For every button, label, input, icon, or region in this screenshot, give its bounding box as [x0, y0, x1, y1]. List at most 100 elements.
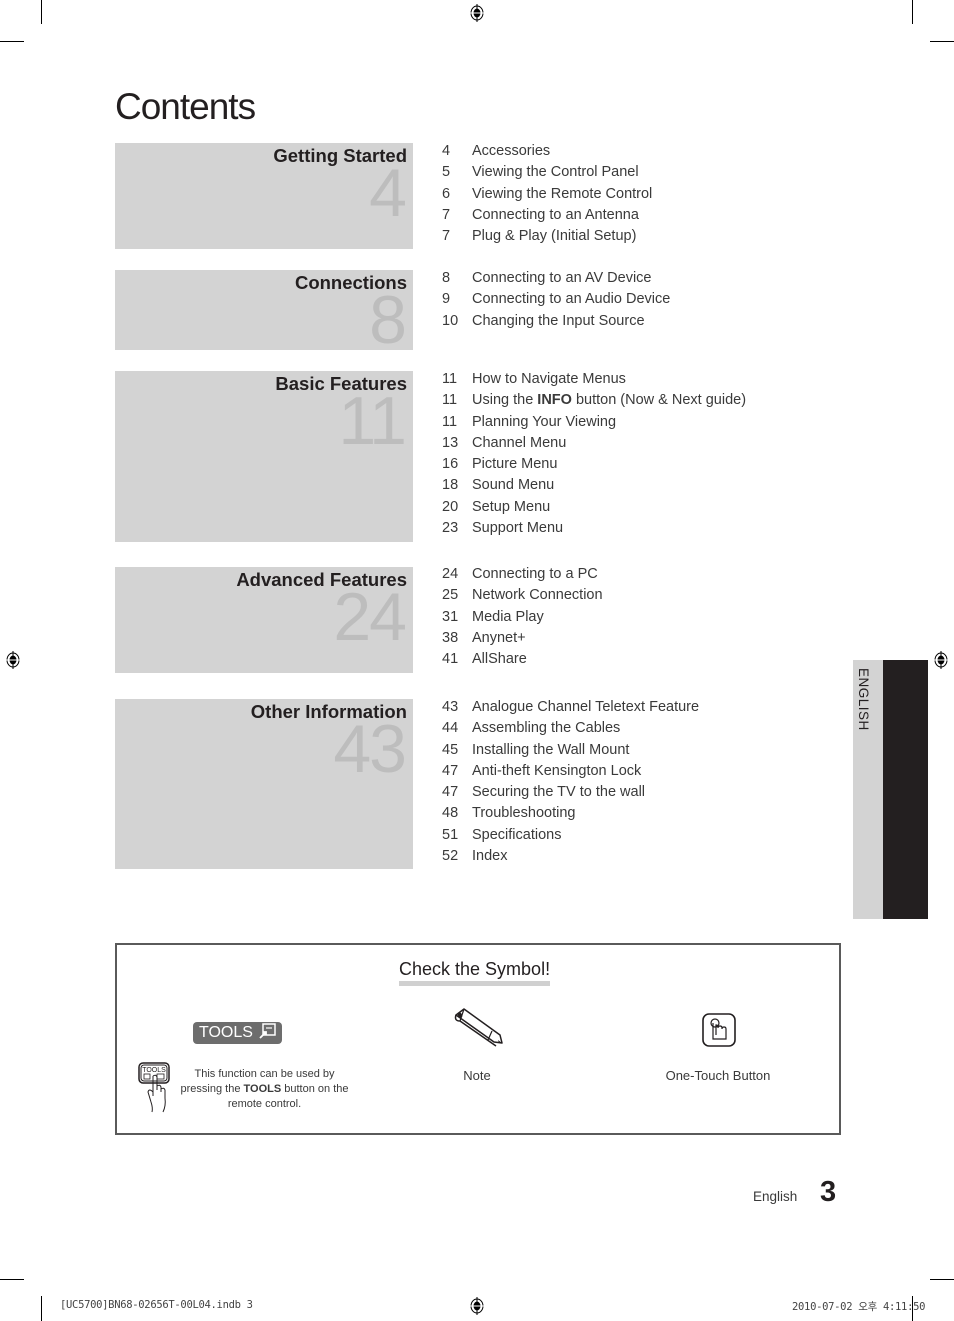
toc-item[interactable]: 45 Installing the Wall Mount: [442, 742, 699, 763]
toc-item[interactable]: 11 Planning Your Viewing: [442, 414, 746, 435]
toc-label: Viewing the Control Panel: [472, 164, 639, 181]
crop-mark: [930, 41, 954, 42]
toc-item[interactable]: 23 Support Menu: [442, 520, 746, 541]
toc-label: Network Connection: [472, 587, 603, 604]
toc-page: 18: [442, 477, 459, 494]
crop-mark: [912, 0, 913, 24]
section-start-page: 4: [369, 155, 407, 231]
toc-page: 43: [442, 699, 459, 715]
toc-label: Using the INFO button (Now & Next guide): [472, 392, 746, 413]
toc-label: Channel Menu: [472, 434, 567, 451]
tools-badge: TOOLS: [193, 1022, 282, 1044]
section-box-basic-features: Basic Features 11: [115, 371, 413, 542]
toc-page: 44: [442, 720, 459, 737]
toc-item[interactable]: 16 Picture Menu: [442, 456, 746, 477]
toc-item[interactable]: 48 Troubleshooting: [442, 805, 699, 826]
toc-label: Connecting to an AV Device: [472, 270, 652, 286]
toc-item[interactable]: 10 Changing the Input Source: [442, 313, 670, 334]
toc-page: 11: [442, 392, 458, 409]
toc-label: Changing the Input Source: [472, 312, 645, 329]
toc-label: Analogue Channel Teletext Feature: [472, 699, 700, 715]
toc-item[interactable]: 44 Assembling the Cables: [442, 720, 699, 741]
toc-item[interactable]: 47 Anti-theft Kensington Lock: [442, 763, 699, 784]
toc-label: Connecting to an Antenna: [472, 206, 639, 223]
toc-item[interactable]: 51 Specifications: [442, 827, 699, 848]
language-tab: ENGLISH: [853, 660, 883, 919]
one-touch-label: One-Touch Button: [665, 1068, 771, 1083]
print-slug-date: 2010-07-02 오후 4:11:50: [792, 1301, 926, 1313]
toc-page: 5: [442, 164, 451, 181]
toc-page: 24: [442, 566, 459, 582]
toc-item[interactable]: 7 Connecting to an Antenna: [442, 207, 652, 228]
section-start-page: 43: [333, 711, 407, 787]
toc-label: Sound Menu: [472, 477, 555, 494]
toc-label: Assembling the Cables: [472, 720, 621, 737]
toc-item[interactable]: 11 How to Navigate Menus: [442, 371, 746, 392]
pencil-icon: [454, 1008, 503, 1047]
toc-label: Support Menu: [472, 520, 564, 537]
toc-page: 7: [442, 228, 451, 245]
toc-label: Anynet+: [472, 629, 526, 646]
footer-language: English: [753, 1189, 798, 1204]
toc-label: Specifications: [472, 826, 562, 843]
page-title: Contents: [115, 86, 256, 127]
crop-mark: [0, 41, 24, 42]
toc-label: AllShare: [472, 651, 527, 668]
toc-item[interactable]: 13 Channel Menu: [442, 435, 746, 456]
section-start-page: 24: [333, 579, 407, 655]
toc-item[interactable]: 25 Network Connection: [442, 587, 603, 608]
toc-item[interactable]: 5 Viewing the Control Panel: [442, 164, 652, 185]
language-tab-bar: [883, 660, 928, 919]
toc-item[interactable]: 20 Setup Menu: [442, 499, 746, 520]
toc-item[interactable]: 18 Sound Menu: [442, 477, 746, 498]
toc-item[interactable]: 9 Connecting to an Audio Device: [442, 291, 670, 312]
tools-desc-bold: TOOLS: [243, 1083, 282, 1095]
toc-list-connections: 8 Connecting to an AV Device 9 Connecting …: [442, 270, 670, 334]
print-slug-file: [UC5700]BN68-02656T-00L04.indb 3: [60, 1299, 253, 1311]
toc-page: 41: [442, 651, 459, 668]
toc-label: Planning Your Viewing: [472, 413, 617, 430]
toc-item[interactable]: 31 Media Play: [442, 609, 603, 630]
toc-page: 52: [442, 848, 459, 865]
toc-item[interactable]: 11 Using the INFO button (Now & Next guid…: [442, 392, 746, 413]
toc-page: 7: [442, 206, 451, 223]
section-box-getting-started: Getting Started 4: [115, 143, 413, 249]
toc-item[interactable]: 24 Connecting to a PC: [442, 566, 603, 587]
toc-label: Media Play: [472, 608, 544, 625]
toc-page: 20: [442, 498, 459, 515]
toc-label: Plug & Play (Initial Setup): [472, 228, 637, 245]
toc-item[interactable]: 43 Analogue Channel Teletext Feature: [442, 699, 699, 720]
toc-label: Connecting to an Audio Device: [472, 291, 671, 308]
toc-list-basic-features: 11 How to Navigate Menus 11 Using the INFO…: [442, 371, 746, 541]
toc-label: Picture Menu: [472, 456, 558, 473]
section-box-connections: Connections 8: [115, 270, 413, 354]
toc-item[interactable]: 6 Viewing the Remote Control: [442, 186, 652, 207]
toc-item[interactable]: 8 Connecting to an AV Device: [442, 270, 670, 291]
toc-item[interactable]: 38 Anynet+: [442, 630, 603, 651]
check-symbol-box: Check the Symbol! TOOLS TOOLS This funct…: [115, 943, 841, 1135]
toc-page: 9: [442, 291, 451, 308]
section-box-other-information: Other Information 43: [115, 699, 413, 869]
toc-item[interactable]: 4 Accessories: [442, 143, 652, 164]
toc-item[interactable]: 41 AllShare: [442, 651, 603, 672]
registration-mark-icon: [5, 651, 21, 669]
svg-text:TOOLS: TOOLS: [142, 1067, 166, 1074]
section-box-advanced-features: Advanced Features 24: [115, 567, 413, 673]
check-symbol-title: Check the Symbol!: [399, 959, 551, 986]
toc-page: 47: [442, 784, 459, 801]
toc-page: 31: [442, 608, 459, 625]
tools-arrow-icon: [259, 1023, 277, 1039]
toc-item[interactable]: 47 Securing the TV to the wall: [442, 784, 699, 805]
tools-description: This function can be used by pressing th…: [177, 1067, 352, 1112]
toc-item[interactable]: 7 Plug & Play (Initial Setup): [442, 228, 652, 249]
crop-mark: [41, 1296, 42, 1321]
toc-page: 16: [442, 456, 459, 473]
toc-page: 47: [442, 762, 459, 779]
crop-mark: [41, 0, 42, 24]
toc-label: Accessories: [472, 143, 551, 159]
toc-page: 8: [442, 270, 451, 286]
tools-badge-label: TOOLS: [199, 1024, 253, 1041]
toc-item[interactable]: 52 Index: [442, 848, 699, 869]
toc-label-pre: Using the: [472, 392, 538, 409]
tools-remote-hand-icon: TOOLS: [138, 1062, 170, 1113]
